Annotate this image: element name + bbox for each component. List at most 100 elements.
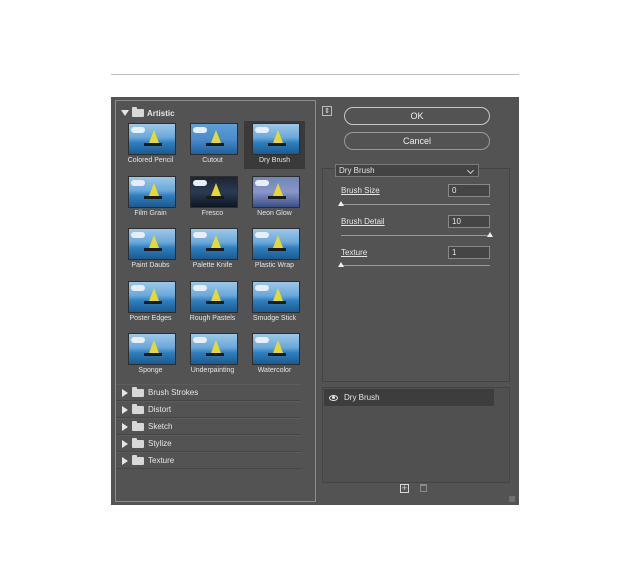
filter-preview-image	[190, 228, 238, 260]
brush-detail-slider[interactable]	[341, 235, 490, 236]
category-row[interactable]: Distort	[116, 401, 301, 418]
sail-shape	[211, 235, 221, 248]
brush-detail-field[interactable]: 10	[448, 215, 490, 228]
ok-button[interactable]: OK	[344, 107, 490, 125]
sail-shape	[211, 130, 221, 143]
expand-triangle-icon	[122, 422, 128, 431]
filter-thumbnail-label: Palette Knife	[192, 262, 233, 269]
expand-triangle-icon	[122, 388, 128, 397]
filter-preview-image	[128, 280, 176, 313]
cloud-shape	[131, 179, 145, 186]
filter-gallery-window: Artistic Colored Pencil Cutout Dry Brush Fi…	[111, 97, 519, 505]
filter-categories: Brush Strokes Distort Sketch Stylize Texture	[116, 384, 301, 469]
hull-shape	[206, 353, 224, 356]
cloud-shape	[255, 127, 269, 133]
category-row[interactable]: Sketch	[116, 418, 301, 435]
filter-thumbnail-label: Rough Pastels	[189, 314, 236, 322]
filter-thumbnail-label: Film Grain	[134, 209, 167, 217]
expand-triangle-icon	[121, 110, 129, 116]
folder-icon	[132, 403, 144, 414]
filter-thumbnail[interactable]: Underpainting	[182, 331, 243, 379]
category-row[interactable]: Stylize	[116, 435, 301, 452]
sail-shape	[211, 182, 221, 196]
brush-size-label: Brush Size	[341, 186, 380, 195]
cloud-shape	[193, 337, 207, 343]
filter-thumbnail[interactable]: Neon Glow	[244, 174, 305, 222]
category-artistic[interactable]: Artistic	[121, 107, 175, 119]
filter-preview-image	[252, 280, 300, 313]
filter-thumbnail[interactable]: Sponge	[120, 331, 181, 379]
filter-thumbnail[interactable]: Dry Brush	[244, 121, 305, 169]
cloud-shape	[193, 127, 207, 133]
filter-thumbnail[interactable]: Poster Edges	[120, 279, 181, 327]
eye-icon[interactable]	[329, 394, 338, 401]
filter-thumbnail-label: Sponge	[138, 367, 163, 374]
filter-thumbnail[interactable]: Watercolor	[244, 331, 305, 379]
filter-thumbnail-label: Cutout	[202, 157, 223, 164]
category-row[interactable]: Brush Strokes	[116, 384, 301, 401]
category-label: Sketch	[148, 422, 173, 431]
filter-preview-image	[252, 123, 300, 155]
texture-field[interactable]: 1	[448, 246, 490, 259]
filter-preview-image	[128, 175, 176, 208]
hull-shape	[268, 300, 286, 304]
cloud-shape	[131, 127, 145, 133]
texture-slider-thumb[interactable]	[338, 262, 344, 267]
filter-preview-image	[190, 123, 238, 155]
cloud-shape	[193, 179, 207, 186]
collapse-gallery-button[interactable]: ⇕	[322, 106, 332, 116]
filter-select[interactable]: Dry Brush	[335, 164, 479, 177]
brush-size-slider[interactable]	[341, 204, 490, 205]
filter-thumbnail[interactable]: Palette Knife	[182, 226, 243, 274]
brush-size-slider-thumb[interactable]	[338, 201, 344, 206]
effect-layer-row[interactable]: Dry Brush	[324, 389, 494, 406]
filter-thumbnail[interactable]: Rough Pastels	[182, 279, 243, 327]
new-effect-layer-button[interactable]: +	[400, 484, 409, 493]
filter-thumbnail-label: Paint Daubs	[131, 262, 170, 269]
filter-thumbnail[interactable]: Fresco	[182, 174, 243, 222]
cancel-button[interactable]: Cancel	[344, 132, 490, 150]
filter-thumbnail-label: Underpainting	[190, 367, 235, 374]
folder-icon	[132, 386, 144, 397]
cloud-shape	[131, 284, 145, 291]
hull-shape	[206, 143, 224, 146]
filter-preview-image	[190, 175, 238, 208]
sail-shape	[149, 340, 159, 353]
folder-icon	[132, 420, 144, 431]
brush-detail-slider-thumb[interactable]	[487, 232, 493, 237]
cloud-shape	[255, 337, 269, 343]
cloud-shape	[255, 232, 269, 238]
filter-thumbnail[interactable]: Film Grain	[120, 174, 181, 222]
filter-preview-image	[252, 228, 300, 260]
filter-select-value: Dry Brush	[339, 166, 375, 175]
texture-slider[interactable]	[341, 265, 490, 266]
filter-thumbnail[interactable]: Paint Daubs	[120, 226, 181, 274]
category-label: Distort	[148, 405, 172, 414]
trash-icon[interactable]	[420, 484, 427, 492]
sail-shape	[149, 182, 159, 196]
sail-shape	[273, 287, 283, 301]
filter-thumbnail-label: Plastic Wrap	[254, 262, 295, 269]
filter-thumbnail-label: Poster Edges	[129, 314, 172, 322]
hull-shape	[206, 300, 224, 304]
resize-grip[interactable]	[509, 496, 515, 502]
hull-shape	[206, 195, 224, 199]
cloud-shape	[193, 284, 207, 291]
hull-shape	[144, 353, 162, 356]
sail-shape	[273, 130, 283, 143]
chevron-down-icon	[466, 166, 475, 175]
collapse-icon: ⇕	[324, 107, 330, 115]
filter-thumbnail-label: Neon Glow	[257, 209, 292, 217]
cloud-shape	[255, 179, 269, 186]
filter-thumbnail[interactable]: Colored Pencil	[120, 121, 181, 169]
category-row[interactable]: Texture	[116, 452, 301, 469]
category-label: Brush Strokes	[148, 388, 199, 397]
sail-shape	[273, 340, 283, 353]
brush-size-field[interactable]: 0	[448, 184, 490, 197]
filter-thumbnail[interactable]: Plastic Wrap	[244, 226, 305, 274]
filter-thumbnail[interactable]: Smudge Stick	[244, 279, 305, 327]
sail-shape	[211, 287, 221, 301]
filter-preview-image	[128, 333, 176, 365]
cloud-shape	[193, 232, 207, 238]
filter-thumbnail[interactable]: Cutout	[182, 121, 243, 169]
